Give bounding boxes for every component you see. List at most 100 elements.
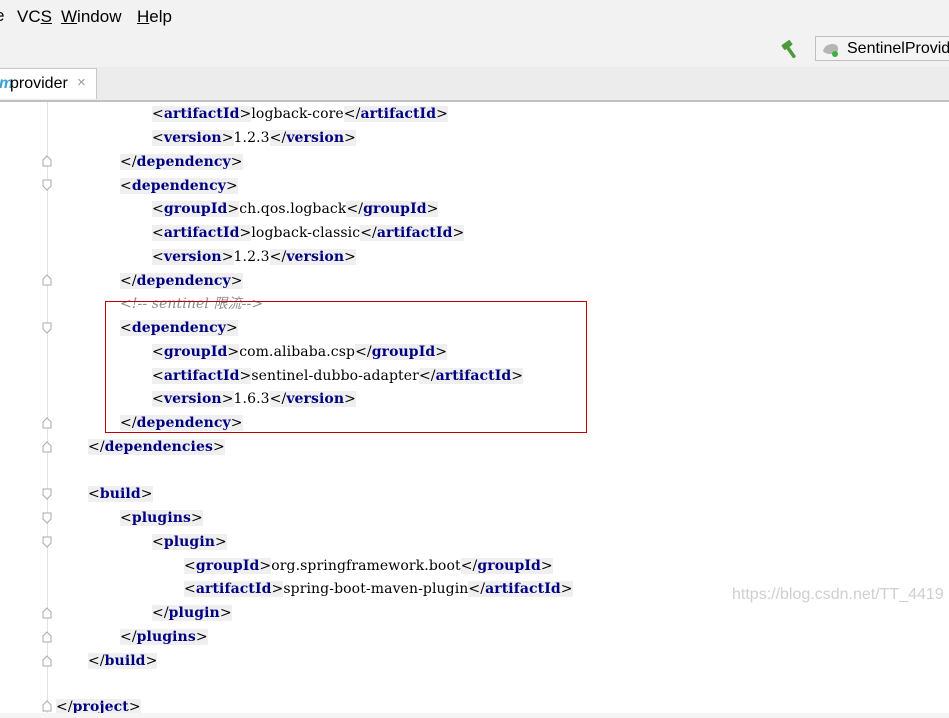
xml-tag: groupId [163,344,228,360]
menu-help-label: elp [149,7,172,26]
xml-tag: build [104,653,146,669]
gutter-divider [47,102,48,718]
fold-end-icon[interactable] [42,631,52,643]
fold-start-icon[interactable] [42,536,52,548]
xml-tag: artifactId [195,581,272,597]
xml-tag: artifactId [485,581,561,597]
xml-tag: version [163,249,222,265]
xml-tag: dependency [136,415,231,431]
xml-tag: version [286,391,345,407]
menu-window[interactable]: Window [61,7,121,27]
xml-text: logback-core [251,106,344,122]
xml-tag: version [163,391,222,407]
xml-tag: artifactId [163,225,240,241]
fold-end-icon[interactable] [42,655,52,667]
xml-tag: groupId [371,344,436,360]
menu-help-mnemonic: H [137,7,150,26]
tab-label: provider [10,75,68,92]
code-line: <plugins> [120,510,203,526]
xml-tag: groupId [195,558,260,574]
code-line: <artifactId>logback-core</artifactId> [152,106,448,122]
fold-start-icon[interactable] [42,322,52,334]
watermark: https://blog.csdn.net/TT_4419 [732,586,944,603]
xml-tag: version [163,130,222,146]
xml-tag: artifactId [435,368,512,384]
xml-tag: plugins [136,629,196,645]
code-line: </build> [88,653,158,669]
fold-start-icon[interactable] [42,179,52,191]
code-line: <dependency> [120,320,238,336]
xml-text: logback-classic [251,225,361,241]
code-line: </dependencies> [88,439,225,455]
menu-item-partial[interactable]: e [0,6,4,26]
fold-start-icon[interactable] [42,512,52,524]
xml-tag: artifactId [360,106,437,122]
tab-provider[interactable]: m provider × [0,68,97,99]
code-line: <version>1.6.3</version> [152,391,356,407]
fold-start-icon[interactable] [42,488,52,500]
run-configuration-label: SentinelProvider [847,40,949,57]
code-line: </dependency> [120,273,243,289]
xml-text: 1.6.3 [233,391,270,407]
close-icon[interactable]: × [77,74,86,91]
code-line: <plugin> [152,534,227,550]
xml-tag: dependency [136,273,231,289]
xml-tag: dependency [136,154,231,170]
code-line: </dependency> [120,154,243,170]
menu-window-label: indow [77,7,122,26]
xml-tag: plugins [131,510,191,526]
spring-boot-icon [821,41,841,58]
xml-tag: build [99,486,141,502]
editor-tab-bar: m provider × [0,67,949,102]
code-line: <artifactId>spring-boot-maven-plugin</ar… [184,581,573,597]
xml-tag: artifactId [376,225,453,241]
code-editor[interactable]: <artifactId>logback-core</artifactId> <v… [0,102,949,718]
xml-tag: groupId [163,201,228,217]
xml-tag: version [286,249,345,265]
code-line: <version>1.2.3</version> [152,130,356,146]
fold-end-icon[interactable] [42,700,52,712]
menu-vcs-mnemonic: S [40,7,52,26]
xml-tag: plugin [168,605,220,621]
xml-text: 1.2.3 [233,130,270,146]
code-line: <version>1.2.3</version> [152,249,356,265]
xml-comment: <!-- sentinel 限流--> [120,296,264,312]
fold-end-icon[interactable] [42,274,52,286]
bottom-strip [0,713,949,718]
fold-end-icon[interactable] [42,417,52,429]
fold-end-icon[interactable] [42,155,52,167]
code-line: </plugin> [152,605,232,621]
xml-tag: dependencies [104,439,213,455]
code-line: <artifactId>logback-classic</artifactId> [152,225,465,241]
menu-help[interactable]: Help [137,7,172,27]
code-line: <build> [88,486,153,502]
xml-tag: dependency [131,178,226,194]
fold-end-icon[interactable] [42,441,52,453]
xml-text: ch.qos.logback [239,201,347,217]
code-line: <dependency> [120,178,238,194]
xml-tag: version [286,130,345,146]
menu-vcs[interactable]: VCS [17,7,52,27]
xml-text: spring-boot-maven-plugin [283,581,469,597]
xml-tag: dependency [131,320,226,336]
xml-tag: plugin [163,534,216,550]
code-line: <artifactId>sentinel-dubbo-adapter</arti… [152,368,524,384]
xml-tag: artifactId [163,106,240,122]
xml-tag: groupId [477,558,541,574]
toolbar: SentinelProvider [0,32,949,68]
hammer-icon[interactable] [780,38,802,60]
xml-text: 1.2.3 [233,249,270,265]
xml-text: org.springframework.boot [271,558,461,574]
menu-bar: e VCS Window Help [0,0,949,33]
fold-end-icon[interactable] [42,607,52,619]
code-line: </dependency> [120,415,243,431]
code-line: <groupId>org.springframework.boot</group… [184,558,553,574]
code-line: <groupId>com.alibaba.csp</groupId> [152,344,448,360]
run-configuration-selector[interactable]: SentinelProvider [815,36,949,61]
xml-tag: groupId [363,201,427,217]
menu-vcs-label: VC [17,7,41,26]
xml-text: com.alibaba.csp [239,344,356,360]
code-line: <groupId>ch.qos.logback</groupId> [152,201,439,217]
xml-text: sentinel-dubbo-adapter [251,368,419,384]
menu-window-mnemonic: W [61,7,78,26]
